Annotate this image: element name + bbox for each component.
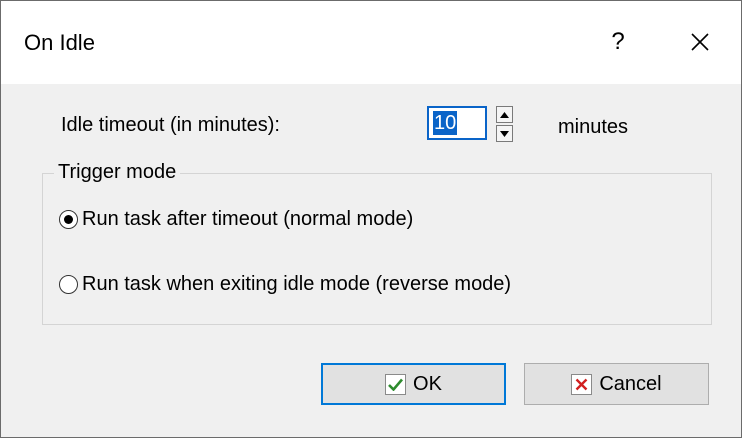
trigger-mode-group xyxy=(42,173,712,325)
idle-timeout-value: 10 xyxy=(433,111,458,135)
ok-button-label: OK xyxy=(413,372,442,395)
cancel-button-label: Cancel xyxy=(599,372,662,395)
arrow-down-icon xyxy=(500,130,509,137)
close-icon xyxy=(691,33,709,51)
help-button[interactable]: ? xyxy=(595,19,641,65)
spin-up-button[interactable] xyxy=(496,106,513,123)
title-bar: On Idle ? xyxy=(1,1,741,84)
cancel-button[interactable]: Cancel xyxy=(524,363,709,405)
arrow-up-icon xyxy=(500,111,509,118)
on-idle-dialog: On Idle ? Idle timeout (in minutes): 10 … xyxy=(0,0,742,438)
radio-normal-mode-label: Run task after timeout (normal mode) xyxy=(82,208,414,230)
idle-timeout-label: Idle timeout (in minutes): xyxy=(61,114,280,136)
radio-button-checked[interactable] xyxy=(59,209,78,229)
checkmark-icon xyxy=(385,373,407,395)
radio-reverse-mode-label: Run task when exiting idle mode (reverse… xyxy=(82,273,512,295)
spin-down-button[interactable] xyxy=(496,125,513,142)
radio-reverse-mode[interactable]: Run task when exiting idle mode (reverse… xyxy=(59,271,511,297)
close-button[interactable] xyxy=(677,19,723,65)
x-mark-icon xyxy=(571,373,593,395)
trigger-mode-legend: Trigger mode xyxy=(54,159,181,185)
idle-timeout-input[interactable]: 10 xyxy=(427,106,487,140)
minutes-unit-label: minutes xyxy=(558,116,629,138)
dialog-title: On Idle xyxy=(24,30,95,55)
radio-normal-mode[interactable]: Run task after timeout (normal mode) xyxy=(59,206,413,232)
idle-timeout-spinner xyxy=(496,106,513,142)
radio-button-unchecked[interactable] xyxy=(59,274,78,294)
ok-button[interactable]: OK xyxy=(321,363,506,405)
